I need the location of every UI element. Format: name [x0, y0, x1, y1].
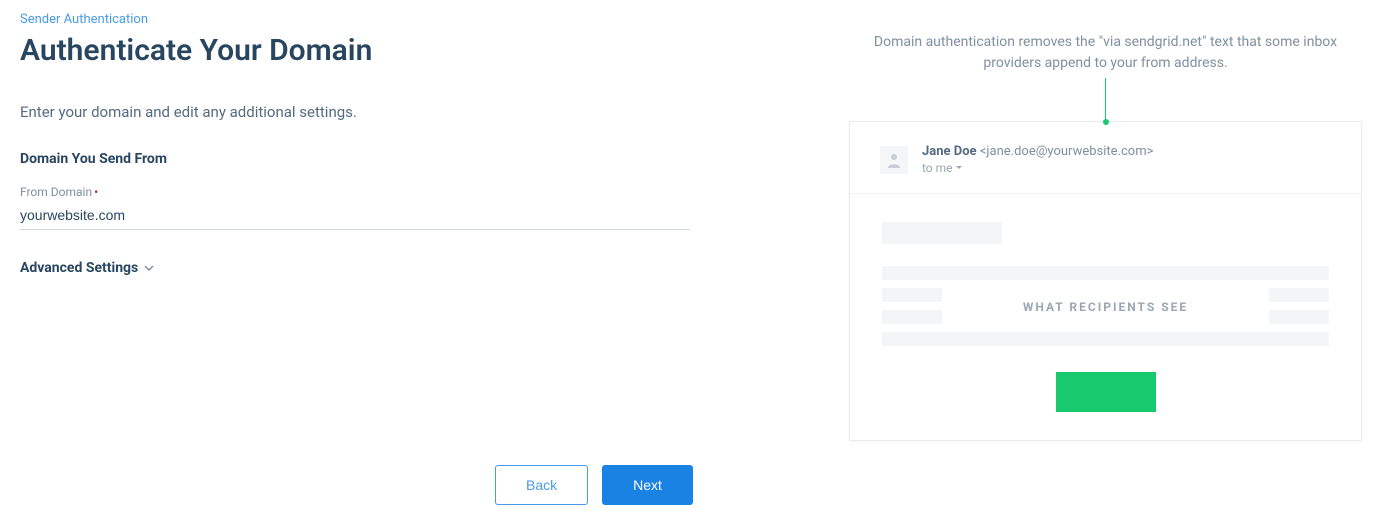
breadcrumb[interactable]: Sender Authentication — [20, 12, 720, 27]
email-preview-card: Jane Doe <jane.doe@yourwebsite.com> to m… — [849, 121, 1362, 441]
next-button[interactable]: Next — [602, 465, 693, 505]
required-indicator: • — [94, 185, 98, 199]
pointer-line — [1105, 78, 1106, 122]
sender-line: Jane Doe <jane.doe@yourwebsite.com> — [922, 144, 1153, 159]
from-domain-input[interactable] — [20, 203, 690, 230]
skeleton-line — [882, 266, 1329, 280]
skeleton-line — [882, 332, 1329, 346]
dropdown-caret-icon — [955, 164, 963, 172]
email-header: Jane Doe <jane.doe@yourwebsite.com> to m… — [850, 122, 1361, 194]
email-body-preview: WHAT RECIPIENTS SEE — [850, 194, 1361, 440]
sender-name: Jane Doe — [922, 144, 977, 159]
instruction-text: Enter your domain and edit any additiona… — [20, 103, 720, 121]
from-domain-label: From Domain• — [20, 185, 720, 199]
info-text: Domain authentication removes the "via s… — [851, 32, 1361, 74]
advanced-settings-toggle[interactable]: Advanced Settings — [20, 260, 720, 276]
pointer-dot — [1103, 119, 1109, 125]
page-title: Authenticate Your Domain — [20, 33, 720, 68]
preview-cta-button — [1056, 372, 1156, 412]
overlay-label: WHAT RECIPIENTS SEE — [850, 300, 1361, 314]
chevron-down-icon — [144, 263, 154, 273]
skeleton-line — [882, 222, 1002, 244]
section-title: Domain You Send From — [20, 151, 720, 167]
back-button[interactable]: Back — [495, 465, 588, 505]
avatar-icon — [880, 146, 908, 174]
to-line: to me — [922, 161, 1153, 175]
sender-email: <jane.doe@yourwebsite.com> — [980, 144, 1154, 159]
